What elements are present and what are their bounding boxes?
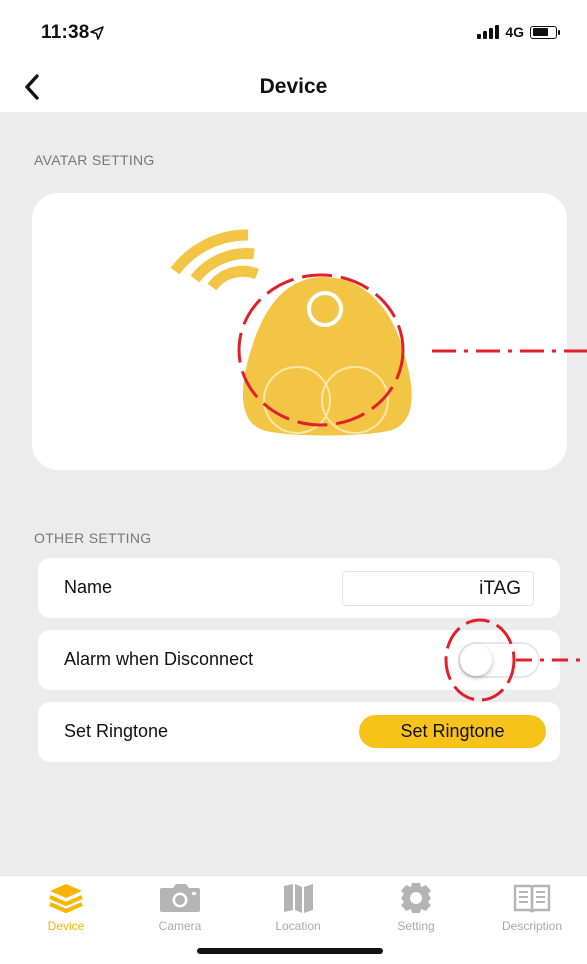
wifi-signal-icon	[170, 229, 260, 291]
status-time: 11:38	[41, 22, 90, 43]
content-area: AVATAR SETTING OTHER SETTING Name Alarm …	[0, 112, 587, 875]
location-arrow-icon	[90, 26, 104, 40]
gear-icon	[401, 883, 431, 913]
battery-icon	[530, 25, 560, 39]
tab-camera[interactable]: Camera	[130, 878, 230, 942]
other-section-title: OTHER SETTING	[34, 530, 152, 546]
alarm-label: Alarm when Disconnect	[64, 649, 254, 669]
tab-device[interactable]: Device	[16, 878, 116, 942]
ringtone-label: Set Ringtone	[64, 721, 169, 741]
tab-setting[interactable]: Setting	[366, 878, 466, 942]
status-bar: 11:38 4G	[0, 0, 587, 62]
avatar-illustration	[170, 229, 587, 436]
map-icon	[284, 884, 313, 913]
tab-bar: Device Camera Location Setting Descripti…	[0, 875, 587, 964]
set-ringtone-button[interactable]: Set Ringtone	[359, 715, 546, 748]
tab-label: Camera	[158, 919, 202, 933]
avatar-section-title: AVATAR SETTING	[34, 152, 155, 168]
book-icon	[513, 884, 551, 913]
tab-label: Description	[501, 919, 563, 933]
tab-description[interactable]: Description	[482, 878, 582, 942]
status-indicators: 4G	[477, 24, 560, 40]
avatar-card[interactable]	[32, 193, 587, 470]
layers-icon	[49, 884, 83, 913]
home-indicator	[197, 948, 383, 954]
tab-location[interactable]: Location	[248, 878, 348, 942]
name-label: Name	[64, 577, 113, 597]
toggle-highlight-annotation	[444, 618, 587, 702]
navigation-bar: Device	[0, 62, 587, 112]
page-title: Device	[259, 75, 328, 98]
tab-label: Device	[47, 919, 85, 933]
camera-icon	[160, 884, 200, 912]
signal-icon	[477, 25, 500, 39]
tab-label: Location	[275, 919, 321, 933]
name-input[interactable]	[342, 571, 534, 606]
tab-label: Setting	[397, 919, 435, 933]
network-label: 4G	[505, 24, 524, 40]
name-row: Name	[38, 558, 560, 618]
